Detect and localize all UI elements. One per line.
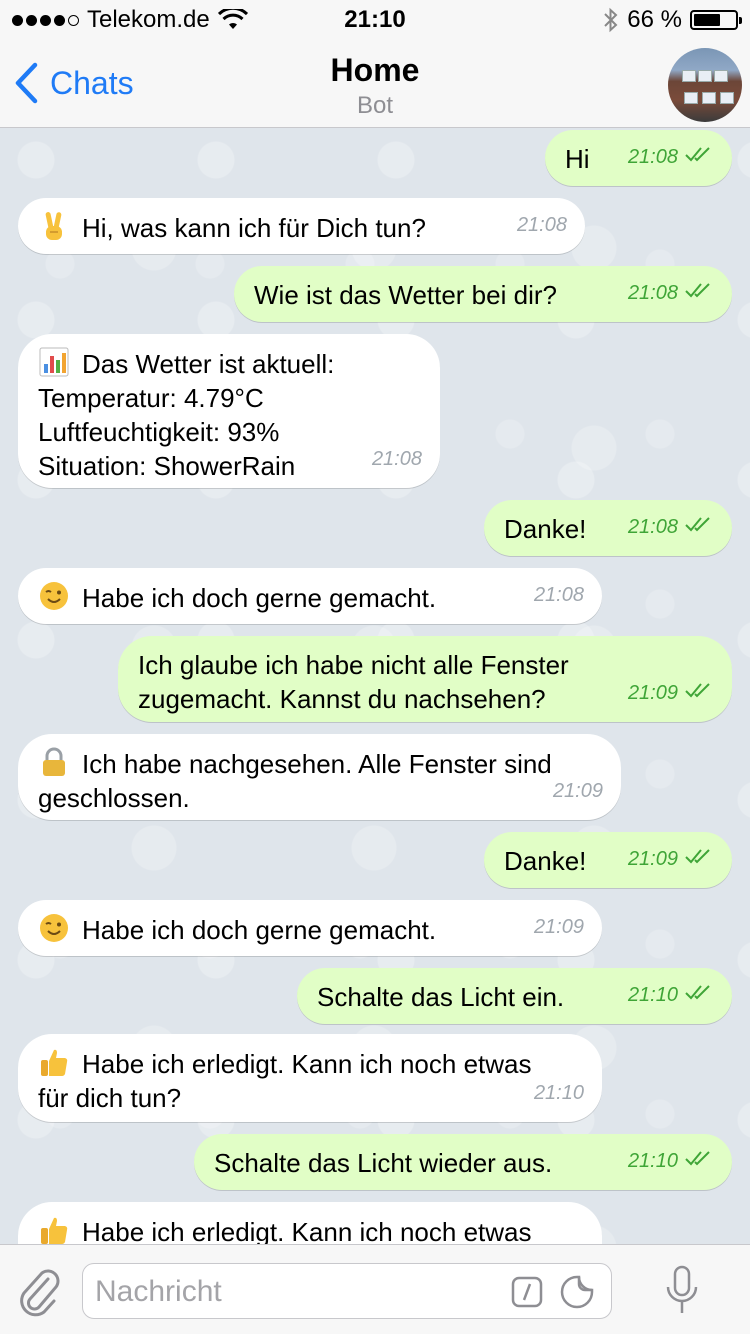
- message-text: Habe ich doch gerne gemacht.: [38, 580, 436, 615]
- message-meta: 21:08: [534, 578, 584, 612]
- outgoing-message-bubble[interactable]: Danke! 21:08: [484, 500, 732, 556]
- message-time: 21:09: [627, 682, 678, 704]
- message-meta: 21:10: [628, 1144, 714, 1178]
- double-check-icon: [684, 842, 714, 876]
- message-meta: 21:08: [628, 140, 714, 174]
- message-text: Ich glaube ich habe nicht alle Fenster z…: [138, 648, 569, 716]
- message-body: Das Wetter ist aktuell: Temperatur: 4.79…: [38, 349, 335, 481]
- message-text: Ich habe nachgesehen. Alle Fenster sind …: [38, 746, 552, 815]
- incoming-message-bubble[interactable]: Ich habe nachgesehen. Alle Fenster sind …: [18, 734, 621, 820]
- double-check-icon: [684, 978, 714, 1012]
- message-list[interactable]: Hi 21:08 Hi, was kann ich für Dich tun? 21:…: [0, 128, 750, 1244]
- message-body: Wie ist das Wetter bei dir?: [254, 280, 557, 310]
- message-body: Danke!: [504, 846, 587, 876]
- message-body: Schalte das Licht ein.: [317, 982, 565, 1012]
- message-time: 21:08: [533, 584, 584, 606]
- outgoing-message-bubble[interactable]: Danke! 21:09: [484, 832, 732, 888]
- status-right: 66 %: [603, 6, 742, 34]
- message-text: Habe ich doch gerne gemacht.: [38, 912, 436, 947]
- message-text: Hi: [565, 142, 590, 176]
- incoming-message-bubble[interactable]: Habe ich erledigt. Kann ich noch etwas f…: [18, 1034, 602, 1122]
- battery-icon: [690, 10, 742, 30]
- message-time: 21:10: [627, 1150, 678, 1172]
- message-field[interactable]: [82, 1263, 612, 1319]
- message-text: Danke!: [504, 512, 586, 546]
- lock-emoji-icon: [38, 747, 82, 779]
- bot-command-icon[interactable]: [511, 1276, 543, 1308]
- message-meta: 21:08: [628, 510, 714, 544]
- paperclip-icon[interactable]: [18, 1265, 62, 1317]
- double-check-icon: [684, 1144, 714, 1178]
- chat-subtitle: Bot: [356, 92, 394, 119]
- outgoing-message-bubble[interactable]: Wie ist das Wetter bei dir? 21:08: [234, 266, 732, 322]
- message-meta: 21:08: [372, 442, 422, 476]
- message-meta: 21:10: [534, 1076, 584, 1110]
- message-time: 21:08: [627, 282, 678, 304]
- incoming-message-bubble[interactable]: Habe ich erledigt. Kann ich noch etwas f…: [18, 1202, 602, 1244]
- incoming-message-bubble[interactable]: Das Wetter ist aktuell: Temperatur: 4.79…: [18, 334, 440, 488]
- message-time: 21:09: [552, 780, 603, 802]
- message-body: Hi, was kann ich für Dich tun?: [82, 213, 426, 243]
- wink-emoji-icon: [38, 582, 82, 613]
- message-time: 21:08: [627, 516, 678, 538]
- message-body: Ich habe nachgesehen. Alle Fenster sind …: [38, 749, 552, 813]
- message-time: 21:10: [533, 1082, 584, 1104]
- message-body: Habe ich doch gerne gemacht.: [82, 915, 437, 945]
- message-meta: 21:09: [628, 842, 714, 876]
- navigation-bar: Chats Home Bot: [0, 40, 750, 128]
- victory-emoji-icon: [38, 212, 82, 243]
- message-text: Danke!: [504, 844, 586, 878]
- message-text: Schalte das Licht ein.: [317, 980, 564, 1014]
- avatar[interactable]: [668, 48, 742, 122]
- message-time: 21:09: [533, 916, 584, 938]
- microphone-icon[interactable]: [664, 1265, 700, 1317]
- double-check-icon: [684, 276, 714, 310]
- status-bar: Telekom.de 21:10 66 %: [0, 0, 750, 40]
- double-check-icon: [684, 676, 714, 710]
- message-body: Ich glaube ich habe nicht alle Fenster z…: [138, 650, 569, 714]
- message-body: Danke!: [504, 514, 587, 544]
- message-meta: 21:08: [628, 276, 714, 310]
- message-meta: 21:09: [628, 676, 714, 710]
- message-meta: 21:09: [534, 910, 584, 944]
- double-check-icon: [684, 140, 714, 174]
- outgoing-message-bubble[interactable]: Ich glaube ich habe nicht alle Fenster z…: [118, 636, 732, 722]
- message-time: 21:09: [627, 848, 678, 870]
- outgoing-message-bubble[interactable]: Schalte das Licht wieder aus. 21:10: [194, 1134, 732, 1190]
- double-check-icon: [684, 510, 714, 544]
- message-text: Wie ist das Wetter bei dir?: [254, 278, 557, 312]
- message-text: Schalte das Licht wieder aus.: [214, 1146, 552, 1180]
- message-text: Hi, was kann ich für Dich tun?: [38, 210, 426, 245]
- chart-emoji-icon: [38, 347, 82, 379]
- message-body: Habe ich erledigt. Kann ich noch etwas f…: [38, 1049, 532, 1113]
- composer-bar: [0, 1244, 750, 1334]
- message-text: Habe ich erledigt. Kann ich noch etwas f…: [38, 1046, 532, 1115]
- message-body: Habe ich doch gerne gemacht.: [82, 583, 437, 613]
- chat-title[interactable]: Home: [0, 52, 750, 89]
- message-body: Schalte das Licht wieder aus.: [214, 1148, 553, 1178]
- message-input[interactable]: [93, 1270, 497, 1314]
- incoming-message-bubble[interactable]: Habe ich doch gerne gemacht. 21:09: [18, 900, 602, 956]
- message-body: Habe ich erledigt. Kann ich noch etwas f…: [82, 1217, 532, 1244]
- outgoing-message-bubble[interactable]: Hi 21:08: [545, 130, 732, 186]
- thumbs-up-emoji-icon: [38, 1049, 82, 1079]
- thumbs-up-emoji-icon: [38, 1217, 82, 1244]
- message-time: 21:08: [371, 448, 422, 470]
- outgoing-message-bubble[interactable]: Schalte das Licht ein. 21:10: [297, 968, 732, 1024]
- bluetooth-icon: [604, 7, 618, 33]
- sticker-icon[interactable]: [559, 1274, 595, 1310]
- message-meta: 21:09: [553, 774, 603, 808]
- wink-emoji-icon: [38, 914, 82, 945]
- battery-percent: 66 %: [627, 6, 682, 33]
- message-time: 21:08: [516, 214, 567, 236]
- incoming-message-bubble[interactable]: Habe ich doch gerne gemacht. 21:08: [18, 568, 602, 624]
- message-body: Hi: [565, 144, 590, 174]
- message-text: Habe ich erledigt. Kann ich noch etwas f…: [38, 1214, 532, 1244]
- incoming-message-bubble[interactable]: Hi, was kann ich für Dich tun? 21:08: [18, 198, 585, 254]
- message-meta: 21:10: [628, 978, 714, 1012]
- message-time: 21:10: [627, 984, 678, 1006]
- message-text: Das Wetter ist aktuell: Temperatur: 4.79…: [38, 346, 334, 483]
- message-meta: 21:08: [517, 208, 567, 242]
- message-time: 21:08: [627, 146, 678, 168]
